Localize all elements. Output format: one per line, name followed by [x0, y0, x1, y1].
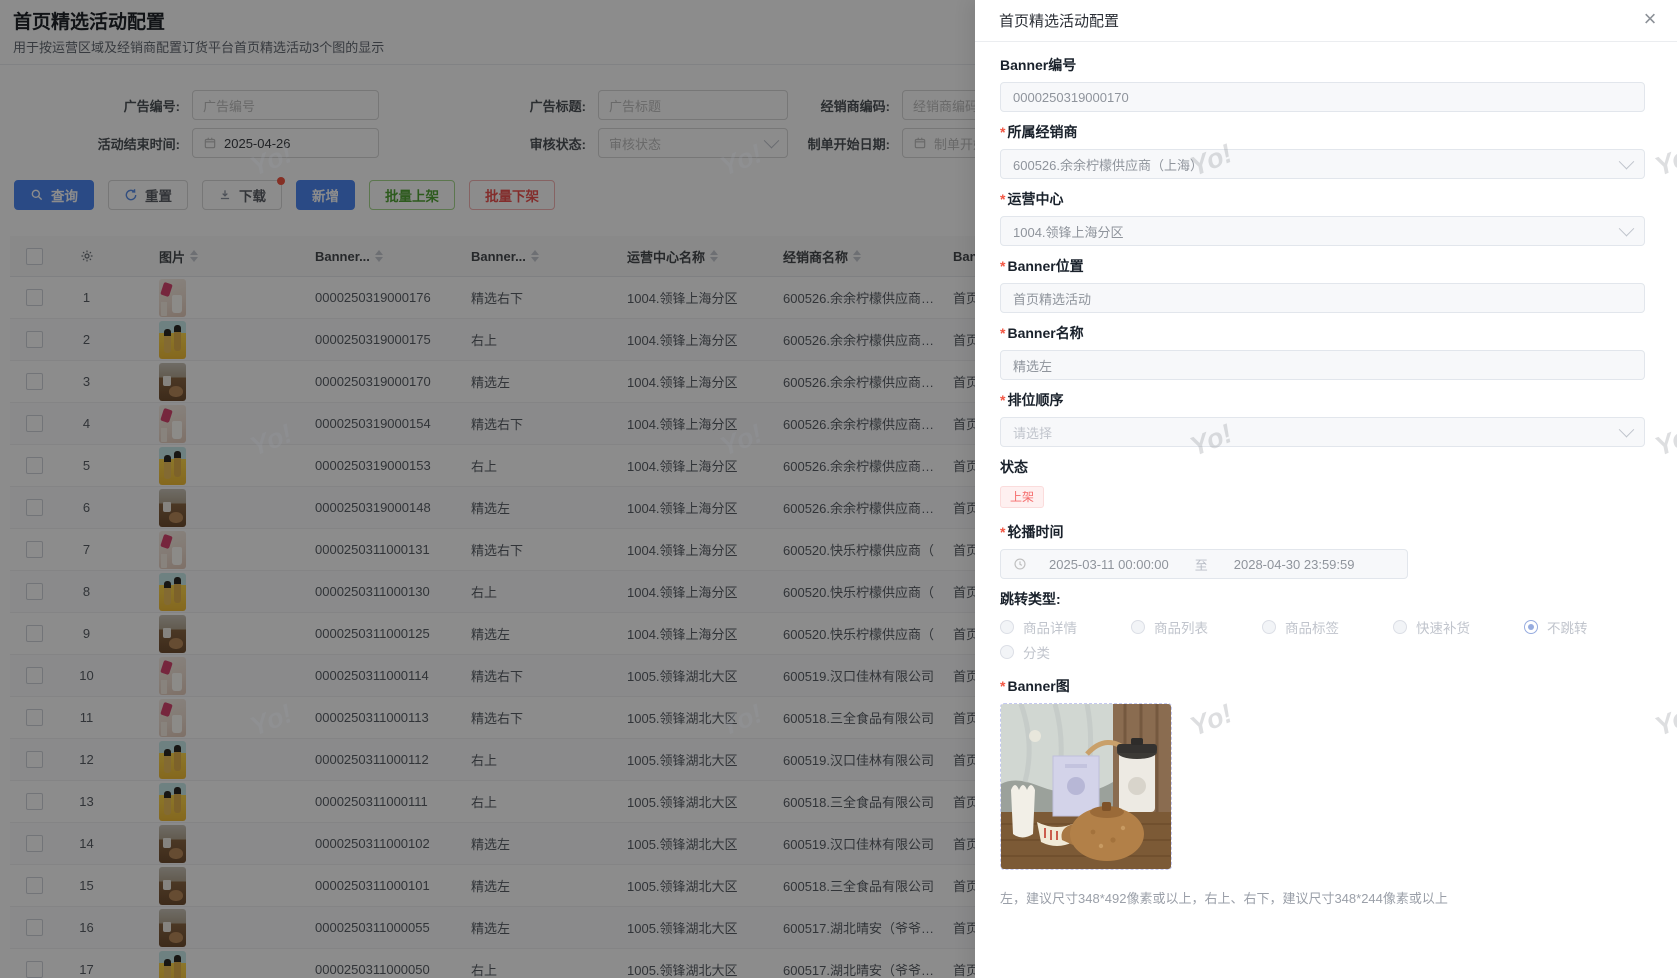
radio-label: 分类 — [1023, 645, 1050, 661]
drawer-title: 首页精选活动配置 — [999, 13, 1120, 30]
radio-label: 不跳转 — [1547, 620, 1588, 636]
op-center-label: * 运营中心 — [1000, 191, 1064, 207]
required-star: * — [1000, 258, 1006, 274]
jump-type-label: 跳转类型: — [1000, 591, 1061, 607]
radio-label: 商品详情 — [1023, 620, 1077, 636]
radio-icon — [1131, 619, 1145, 634]
carousel-end: 2028-04-30 23:59:59 — [1233, 556, 1355, 572]
required-star: * — [1000, 392, 1006, 408]
jump-radio-4[interactable]: 快速补货 — [1393, 614, 1524, 639]
radio-label: 快速补货 — [1416, 620, 1470, 636]
jump-radio-3[interactable]: 商品标签 — [1262, 614, 1393, 639]
op-center-select[interactable]: 1004.领锋上海分区 — [1000, 216, 1645, 246]
banner-no-input[interactable]: 0000250319000170 — [1000, 82, 1645, 112]
banner-position-value: 首页精选活动 — [1013, 291, 1092, 307]
close-icon[interactable]: × — [1637, 6, 1663, 32]
jump-radio-2[interactable]: 商品列表 — [1131, 614, 1262, 639]
banner-name-input[interactable]: 精选左 — [1000, 350, 1645, 380]
carousel-time-label: * 轮播时间 — [1000, 524, 1064, 540]
radio-icon — [1393, 619, 1407, 634]
jump-type-radio-group: 商品详情 商品列表 商品标签 快速补货 不跳转分类 — [1000, 614, 1660, 664]
radio-icon — [1000, 644, 1014, 659]
required-star: * — [1000, 124, 1006, 140]
chevron-down-icon — [1618, 421, 1635, 437]
field-banner-image: * Banner图 — [1000, 676, 1645, 870]
drawer-header: 首页精选活动配置 × — [975, 0, 1677, 42]
op-center-value: 1004.领锋上海分区 — [1013, 224, 1124, 240]
rank-order-select[interactable]: 请选择 — [1000, 417, 1645, 447]
radio-label: 商品列表 — [1154, 620, 1208, 636]
banner-no-value: 0000250319000170 — [1013, 89, 1129, 105]
banner-detail-drawer: 首页精选活动配置 × Banner编号 0000250319000170 * 所属… — [975, 0, 1677, 978]
chevron-down-icon — [1618, 153, 1635, 169]
radio-icon — [1262, 619, 1276, 634]
rank-order-label: * 排位顺序 — [1000, 392, 1064, 408]
dealer-value: 600526.余余柠檬供应商（上海） — [1013, 157, 1203, 173]
carousel-start: 2025-03-11 00:00:00 — [1049, 556, 1169, 572]
banner-photo — [1001, 704, 1171, 869]
radio-label: 商品标签 — [1285, 620, 1339, 636]
drawer-body: Banner编号 0000250319000170 * 所属经销商 600526.… — [975, 42, 1677, 907]
image-size-hint: 左，建议尺寸348*492像素或以上，右上、右下，建议尺寸348*244像素或以… — [1000, 891, 1448, 906]
radio-icon — [1524, 619, 1538, 634]
dealer-label: * 所属经销商 — [1000, 124, 1078, 140]
required-star: * — [1000, 325, 1006, 341]
field-banner-no: Banner编号 0000250319000170 — [1000, 55, 1645, 112]
field-op-center: * 运营中心 1004.领锋上海分区 — [1000, 189, 1645, 246]
required-star: * — [1000, 678, 1006, 694]
required-star: * — [1000, 191, 1006, 207]
banner-image-preview[interactable] — [1000, 703, 1172, 870]
jump-radio-1[interactable]: 商品详情 — [1000, 614, 1131, 639]
field-banner-position: * Banner位置 首页精选活动 — [1000, 256, 1645, 313]
jump-radio-6[interactable]: 分类 — [1000, 639, 1131, 664]
field-carousel-time: * 轮播时间 2025-03-11 00:00:00 至 2028-04-30 2… — [1000, 522, 1645, 579]
banner-name-value: 精选左 — [1013, 358, 1053, 374]
field-jump-type: 跳转类型: 商品详情 商品列表 商品标签 快速补货 不跳转分类 — [1000, 589, 1645, 664]
radio-icon — [1000, 619, 1014, 634]
dealer-select[interactable]: 600526.余余柠檬供应商（上海） — [1000, 149, 1645, 179]
carousel-range-picker[interactable]: 2025-03-11 00:00:00 至 2028-04-30 23:59:5… — [1000, 549, 1408, 579]
rank-order-placeholder: 请选择 — [1013, 425, 1053, 441]
banner-position-label: * Banner位置 — [1000, 258, 1084, 274]
status-label: 状态 — [1000, 459, 1028, 475]
banner-image-label: * Banner图 — [1000, 678, 1070, 694]
field-status: 状态 上架 — [1000, 457, 1645, 508]
jump-radio-5[interactable]: 不跳转 — [1524, 614, 1655, 639]
banner-position-input[interactable]: 首页精选活动 — [1000, 283, 1645, 313]
chevron-down-icon — [1618, 220, 1635, 236]
field-rank-order: * 排位顺序 请选择 — [1000, 390, 1645, 447]
field-banner-name: * Banner名称 精选左 — [1000, 323, 1645, 380]
clock-icon — [1014, 558, 1026, 570]
required-star: * — [1000, 524, 1006, 540]
field-dealer: * 所属经销商 600526.余余柠檬供应商（上海） — [1000, 122, 1645, 179]
status-badge: 上架 — [1000, 486, 1045, 508]
banner-name-label: * Banner名称 — [1000, 325, 1084, 341]
app-root: 首页精选活动配置 用于按运营区域及经销商配置订货平台首页精选活动3个图的显示 广… — [0, 0, 1677, 978]
banner-no-label: Banner编号 — [1000, 57, 1077, 73]
range-separator: 至 — [1194, 557, 1208, 573]
